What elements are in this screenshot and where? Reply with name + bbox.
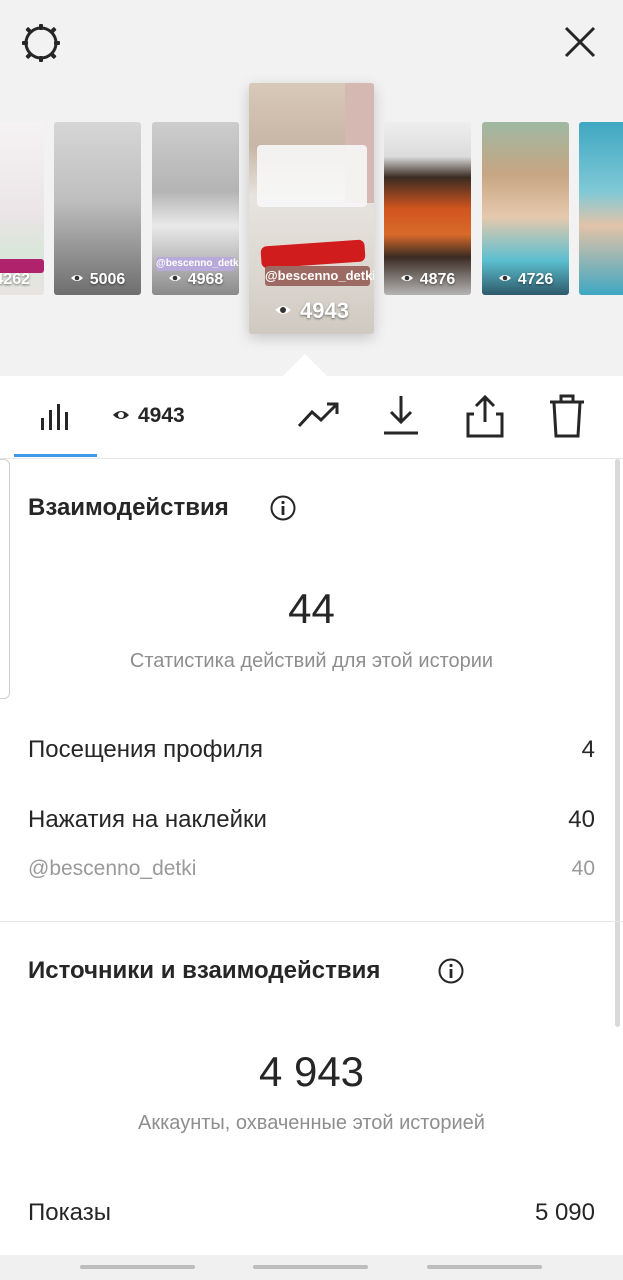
eye-icon bbox=[400, 271, 414, 285]
accounts-reached-total: 4 943 bbox=[258, 1048, 365, 1095]
system-nav-bar bbox=[0, 1255, 623, 1280]
nav-home[interactable] bbox=[253, 1265, 368, 1269]
sticker-taps-value: 40 bbox=[568, 806, 595, 833]
settings-gear-icon[interactable] bbox=[20, 22, 62, 64]
story-thumbnail-selected[interactable]: @bescenno_detki 4943 bbox=[249, 83, 374, 334]
toolbar-view-count: 4943 bbox=[112, 404, 185, 428]
close-icon[interactable] bbox=[562, 24, 598, 60]
download-icon[interactable] bbox=[382, 394, 420, 436]
scrollbar[interactable] bbox=[615, 459, 620, 1027]
trash-icon[interactable] bbox=[548, 394, 586, 438]
selected-pointer bbox=[283, 354, 327, 376]
mention-taps-label[interactable]: @bescenno_detki bbox=[28, 857, 196, 881]
story-thumbnail[interactable]: 5006 bbox=[54, 122, 141, 295]
trend-icon[interactable] bbox=[297, 400, 341, 430]
story-toolbar: 4943 bbox=[0, 376, 623, 459]
story-mention-tag: @bescenno_detki bbox=[265, 266, 374, 286]
nav-recents[interactable] bbox=[427, 1265, 542, 1269]
share-icon[interactable] bbox=[466, 394, 504, 438]
insights-panel: Взаимодействия 44 Статистика действий дл… bbox=[0, 459, 623, 1259]
tab-underline bbox=[14, 454, 97, 457]
story-views: 4943 bbox=[249, 298, 374, 324]
eye-icon bbox=[274, 299, 292, 317]
impressions-label: Показы bbox=[28, 1199, 111, 1226]
eye-icon bbox=[112, 405, 130, 421]
story-thumbnail[interactable]: 4726 bbox=[482, 122, 569, 295]
eye-icon bbox=[168, 271, 182, 285]
discovery-title: Источники и взаимодействия bbox=[28, 957, 381, 984]
story-thumbnail[interactable]: 4262 bbox=[0, 122, 44, 295]
accounts-reached-caption: Аккаунты, охваченные этой историей bbox=[138, 1112, 485, 1134]
story-thumbnail[interactable] bbox=[579, 122, 623, 295]
story-views: 4968 bbox=[152, 271, 239, 289]
nav-back[interactable] bbox=[80, 1265, 195, 1269]
story-views: 4876 bbox=[384, 271, 471, 289]
story-thumbnail[interactable]: 4876 bbox=[384, 122, 471, 295]
info-icon[interactable] bbox=[438, 958, 464, 984]
stats-bar-icon[interactable] bbox=[40, 400, 72, 432]
impressions-value: 5 090 bbox=[534, 1199, 595, 1226]
eye-icon bbox=[70, 271, 84, 285]
story-views: 5006 bbox=[54, 271, 141, 289]
story-thumbnail[interactable]: @bescenno_detki 4968 bbox=[152, 122, 239, 295]
info-icon[interactable] bbox=[270, 495, 296, 521]
interactions-title: Взаимодействия bbox=[28, 494, 229, 521]
sticker-taps-label: Нажатия на наклейки bbox=[28, 806, 267, 833]
interactions-caption: Статистика действий для этой истории bbox=[129, 650, 494, 672]
interactions-total: 44 bbox=[288, 585, 335, 632]
profile-visits-value: 4 bbox=[581, 736, 595, 763]
story-mention-tag: @bescenno_detki bbox=[156, 257, 239, 271]
story-views: 4726 bbox=[482, 271, 569, 289]
mention-taps-value: 40 bbox=[571, 857, 595, 880]
section-divider bbox=[0, 921, 623, 922]
story-views: 4262 bbox=[0, 271, 30, 288]
stories-carousel: 4262 5006 @bescenno_detki 4968 @bescenno… bbox=[0, 0, 623, 376]
eye-icon bbox=[498, 271, 512, 285]
profile-visits-label: Посещения профиля bbox=[28, 736, 263, 763]
